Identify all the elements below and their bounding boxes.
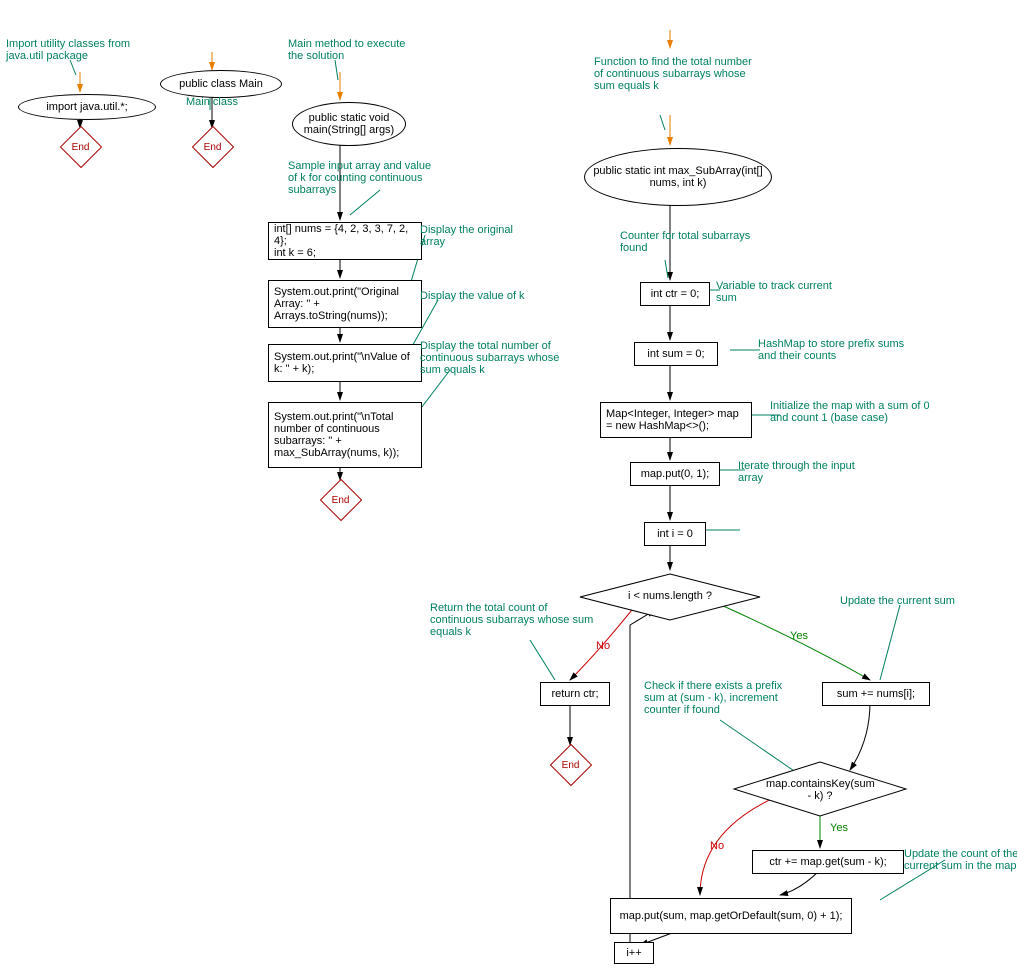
node-map-text: Map<Integer, Integer> map = new HashMap<… [606, 408, 746, 432]
label-yes-1: Yes [790, 630, 808, 642]
node-ret: return ctr; [540, 682, 610, 706]
node-put0-text: map.put(0, 1); [641, 468, 709, 480]
comment-ret: Return the total count of continuous sub… [430, 602, 600, 638]
node-import-text: import java.util.*; [46, 101, 127, 113]
node-mapput-text: map.put(sum, map.getOrDefault(sum, 0) + … [620, 910, 843, 922]
node-print3-text: System.out.print("\nTotal number of cont… [274, 411, 416, 459]
node-ctradd: ctr += map.get(sum - k); [752, 850, 904, 874]
label-no-2: No [710, 840, 724, 852]
node-nums-text: int[] nums = {4, 2, 3, 3, 7, 2, 4}; int … [274, 223, 416, 259]
flowchart-arrows [0, 0, 1017, 977]
node-ipp-text: i++ [626, 947, 641, 959]
comment-class: Main class [186, 96, 238, 108]
end-2: End [192, 126, 234, 168]
end-1-text: End [72, 141, 90, 152]
comment-sample: Sample input array and value of k for co… [288, 160, 438, 196]
node-i0: int i = 0 [644, 522, 706, 546]
node-print3: System.out.print("\nTotal number of cont… [268, 402, 422, 468]
node-ctr: int ctr = 0; [640, 282, 710, 306]
cond2-text: map.containsKey(sum - k) ? [766, 778, 874, 802]
node-main: public static void main(String[] args) [292, 102, 406, 146]
comment-disp-k: Display the value of k [420, 290, 540, 302]
node-main-text: public static void main(String[] args) [301, 112, 397, 136]
node-ctradd-text: ctr += map.get(sum - k); [769, 856, 886, 868]
node-func-text: public static int max_SubArray(int[] num… [593, 165, 763, 189]
node-i0-text: int i = 0 [657, 528, 693, 540]
comment-ctr: Counter for total subarrays found [620, 230, 760, 254]
node-ctr-text: int ctr = 0; [651, 288, 700, 300]
label-yes-2: Yes [830, 822, 848, 834]
node-print1: System.out.print("Original Array: " + Ar… [268, 280, 422, 328]
comment-sumadd: Update the current sum [840, 595, 980, 607]
label-no-1: No [596, 640, 610, 652]
node-print2: System.out.print("\nValue of k: " + k); [268, 344, 422, 382]
node-print1-text: System.out.print("Original Array: " + Ar… [274, 286, 416, 322]
node-class-text: public class Main [179, 78, 263, 90]
node-put0: map.put(0, 1); [630, 462, 720, 486]
node-import: import java.util.*; [18, 94, 156, 120]
node-sum-text: int sum = 0; [647, 348, 704, 360]
node-mapput: map.put(sum, map.getOrDefault(sum, 0) + … [610, 898, 852, 934]
comment-map: HashMap to store prefix sums and their c… [758, 338, 908, 362]
end-4-text: End [562, 759, 580, 770]
end-3: End [320, 479, 362, 521]
node-sumadd: sum += nums[i]; [822, 682, 930, 706]
comment-sum: Variable to track current sum [716, 280, 836, 304]
node-map: Map<Integer, Integer> map = new HashMap<… [600, 402, 752, 438]
node-print2-text: System.out.print("\nValue of k: " + k); [274, 351, 416, 375]
comment-check: Check if there exists a prefix sum at (s… [644, 680, 794, 716]
node-sumadd-text: sum += nums[i]; [837, 688, 915, 700]
comment-func: Function to find the total number of con… [594, 56, 754, 92]
end-4: End [550, 744, 592, 786]
end-1: End [60, 126, 102, 168]
end-3-text: End [332, 494, 350, 505]
comment-mapput: Update the count of the current sum in t… [904, 848, 1017, 872]
comment-disp-total: Display the total number of continuous s… [420, 340, 580, 376]
node-nums: int[] nums = {4, 2, 3, 3, 7, 2, 4}; int … [268, 222, 422, 260]
node-sum: int sum = 0; [634, 342, 718, 366]
node-func: public static int max_SubArray(int[] num… [584, 148, 772, 206]
node-ret-text: return ctr; [551, 688, 598, 700]
cond1-text: i < nums.length ? [620, 590, 720, 602]
node-ipp: i++ [614, 942, 654, 964]
comment-main: Main method to execute the solution [288, 38, 408, 62]
node-class: public class Main [160, 70, 282, 98]
comment-put0: Initialize the map with a sum of 0 and c… [770, 400, 930, 424]
comment-iter: Iterate through the input array [738, 460, 858, 484]
end-2-text: End [204, 141, 222, 152]
comment-disp-array: Display the original array [420, 224, 520, 248]
comment-import: Import utility classes from java.util pa… [6, 38, 146, 62]
